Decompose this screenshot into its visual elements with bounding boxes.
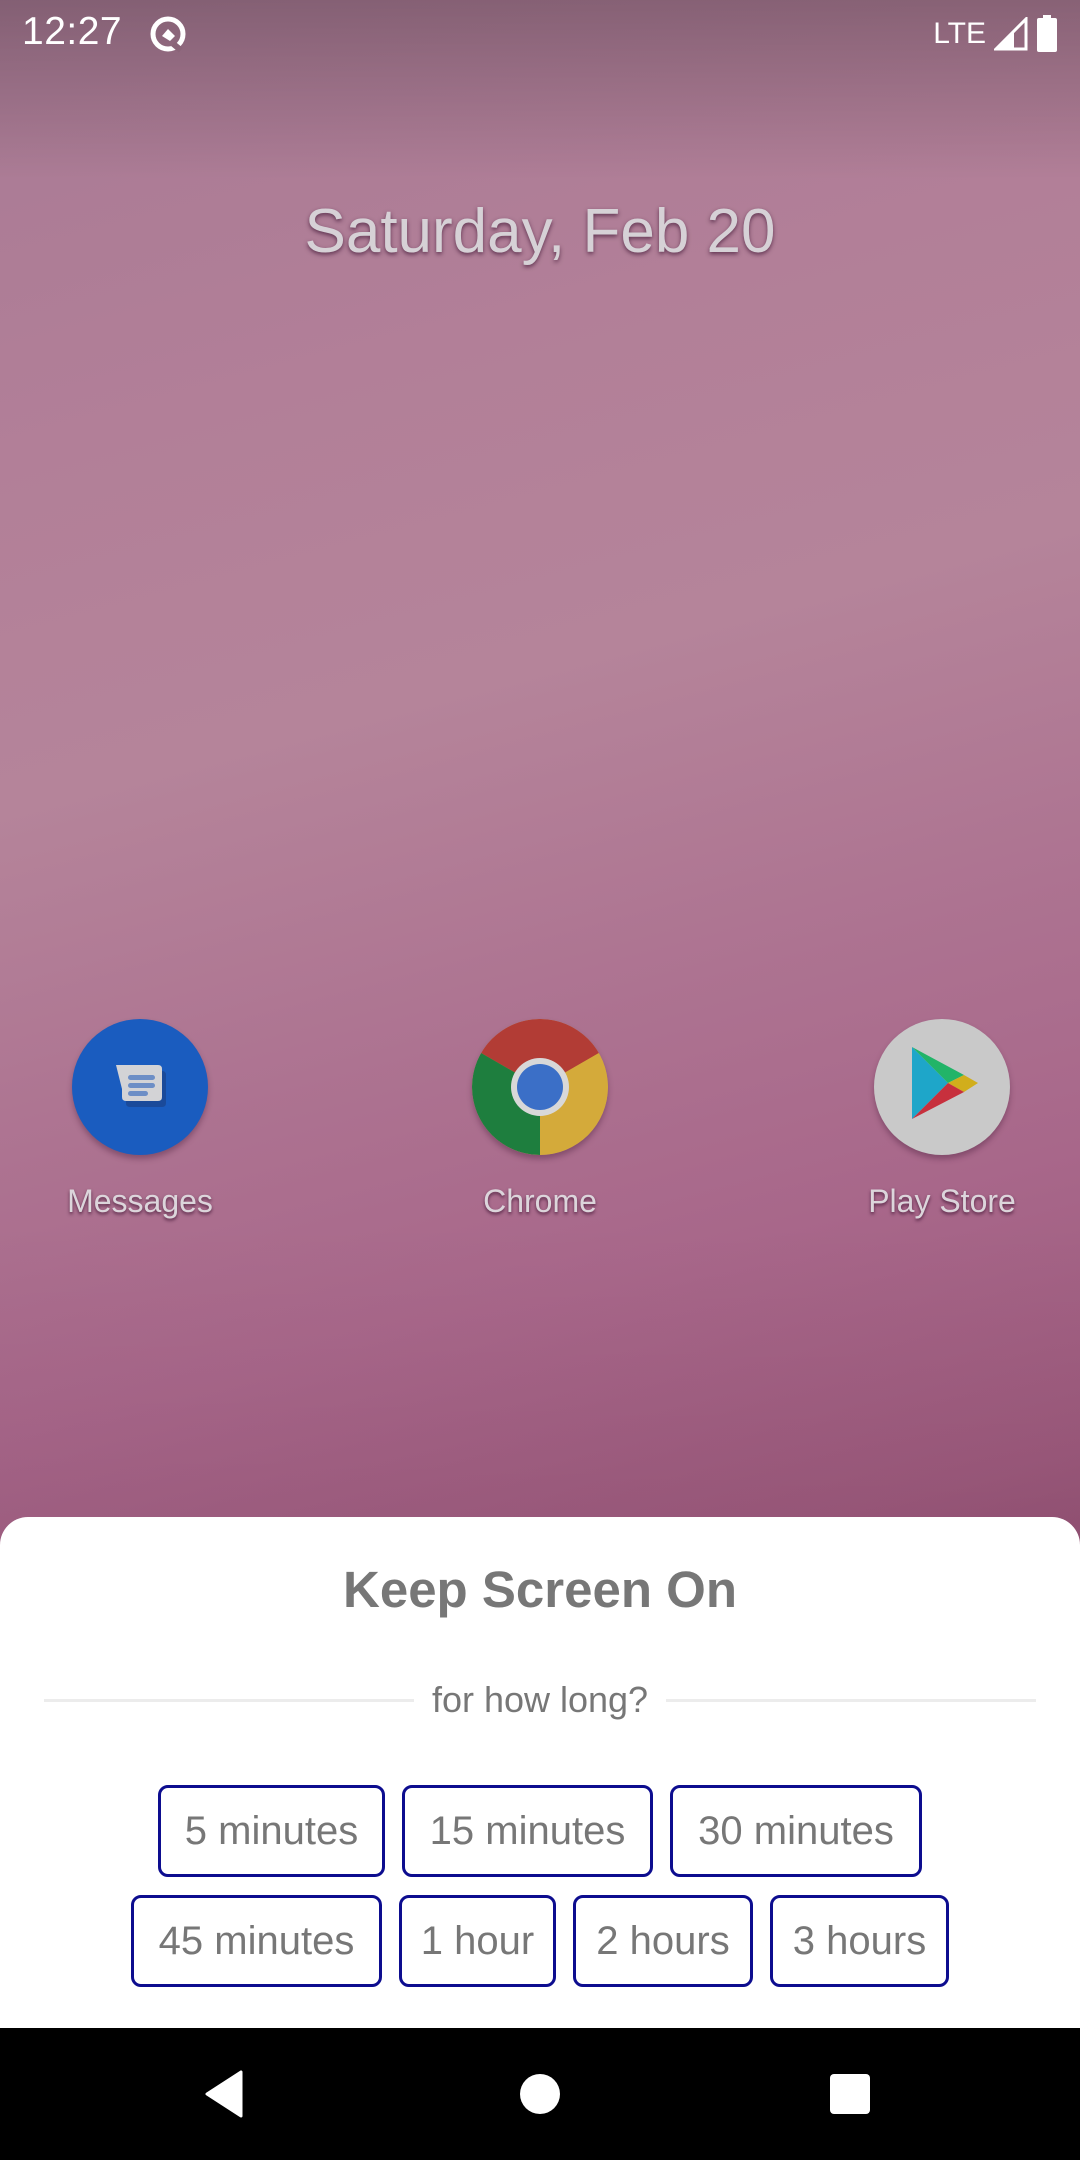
option-3-hours[interactable]: 3 hours [770,1895,949,1987]
subtitle-divider: for how long? [44,1671,1037,1729]
battery-full-icon [1037,15,1057,52]
sheet-subtitle: for how long? [431,1679,649,1720]
android-q-icon [150,16,186,53]
status-indicators: LTE [933,12,1058,56]
duration-options-row-2: 45 minutes 1 hour 2 hours 3 hours [0,1895,1080,1987]
nav-recents-button[interactable] [806,2050,894,2138]
app-chrome[interactable]: Chrome [430,1019,650,1220]
app-label: Messages [67,1183,213,1219]
option-1-hour[interactable]: 1 hour [399,1895,556,1987]
nav-back-button[interactable] [181,2050,269,2138]
app-play-store[interactable]: Play Store [832,1019,1052,1220]
home-icon [520,2074,560,2114]
app-label: Play Store [868,1183,1016,1219]
divider-line-right [666,1698,1037,1702]
back-icon [205,2070,243,2118]
play-store-icon [874,1019,1010,1155]
option-30-minutes[interactable]: 30 minutes [670,1785,922,1877]
duration-options-row-1: 5 minutes 15 minutes 30 minutes [0,1785,1080,1877]
signal-icon [994,17,1028,51]
chrome-icon [472,1019,608,1155]
divider-line-left [44,1698,414,1702]
recents-icon [830,2074,870,2114]
option-5-minutes[interactable]: 5 minutes [158,1785,385,1877]
app-label: Chrome [483,1183,597,1219]
home-date[interactable]: Saturday, Feb 20 [0,196,1080,267]
option-2-hours[interactable]: 2 hours [573,1895,753,1987]
option-45-minutes[interactable]: 45 minutes [131,1895,382,1987]
nav-home-button[interactable] [496,2050,584,2138]
network-type: LTE [933,17,986,50]
status-bar: 12:27 LTE [0,0,1080,66]
option-15-minutes[interactable]: 15 minutes [402,1785,653,1877]
messages-icon [72,1019,208,1155]
keep-screen-on-sheet: Keep Screen On for how long? 5 minutes 1… [0,1517,1080,2028]
status-time: 12:27 [22,10,123,53]
app-messages[interactable]: Messages [30,1019,250,1220]
navigation-bar [0,2028,1080,2160]
sheet-title: Keep Screen On [343,1561,737,1618]
